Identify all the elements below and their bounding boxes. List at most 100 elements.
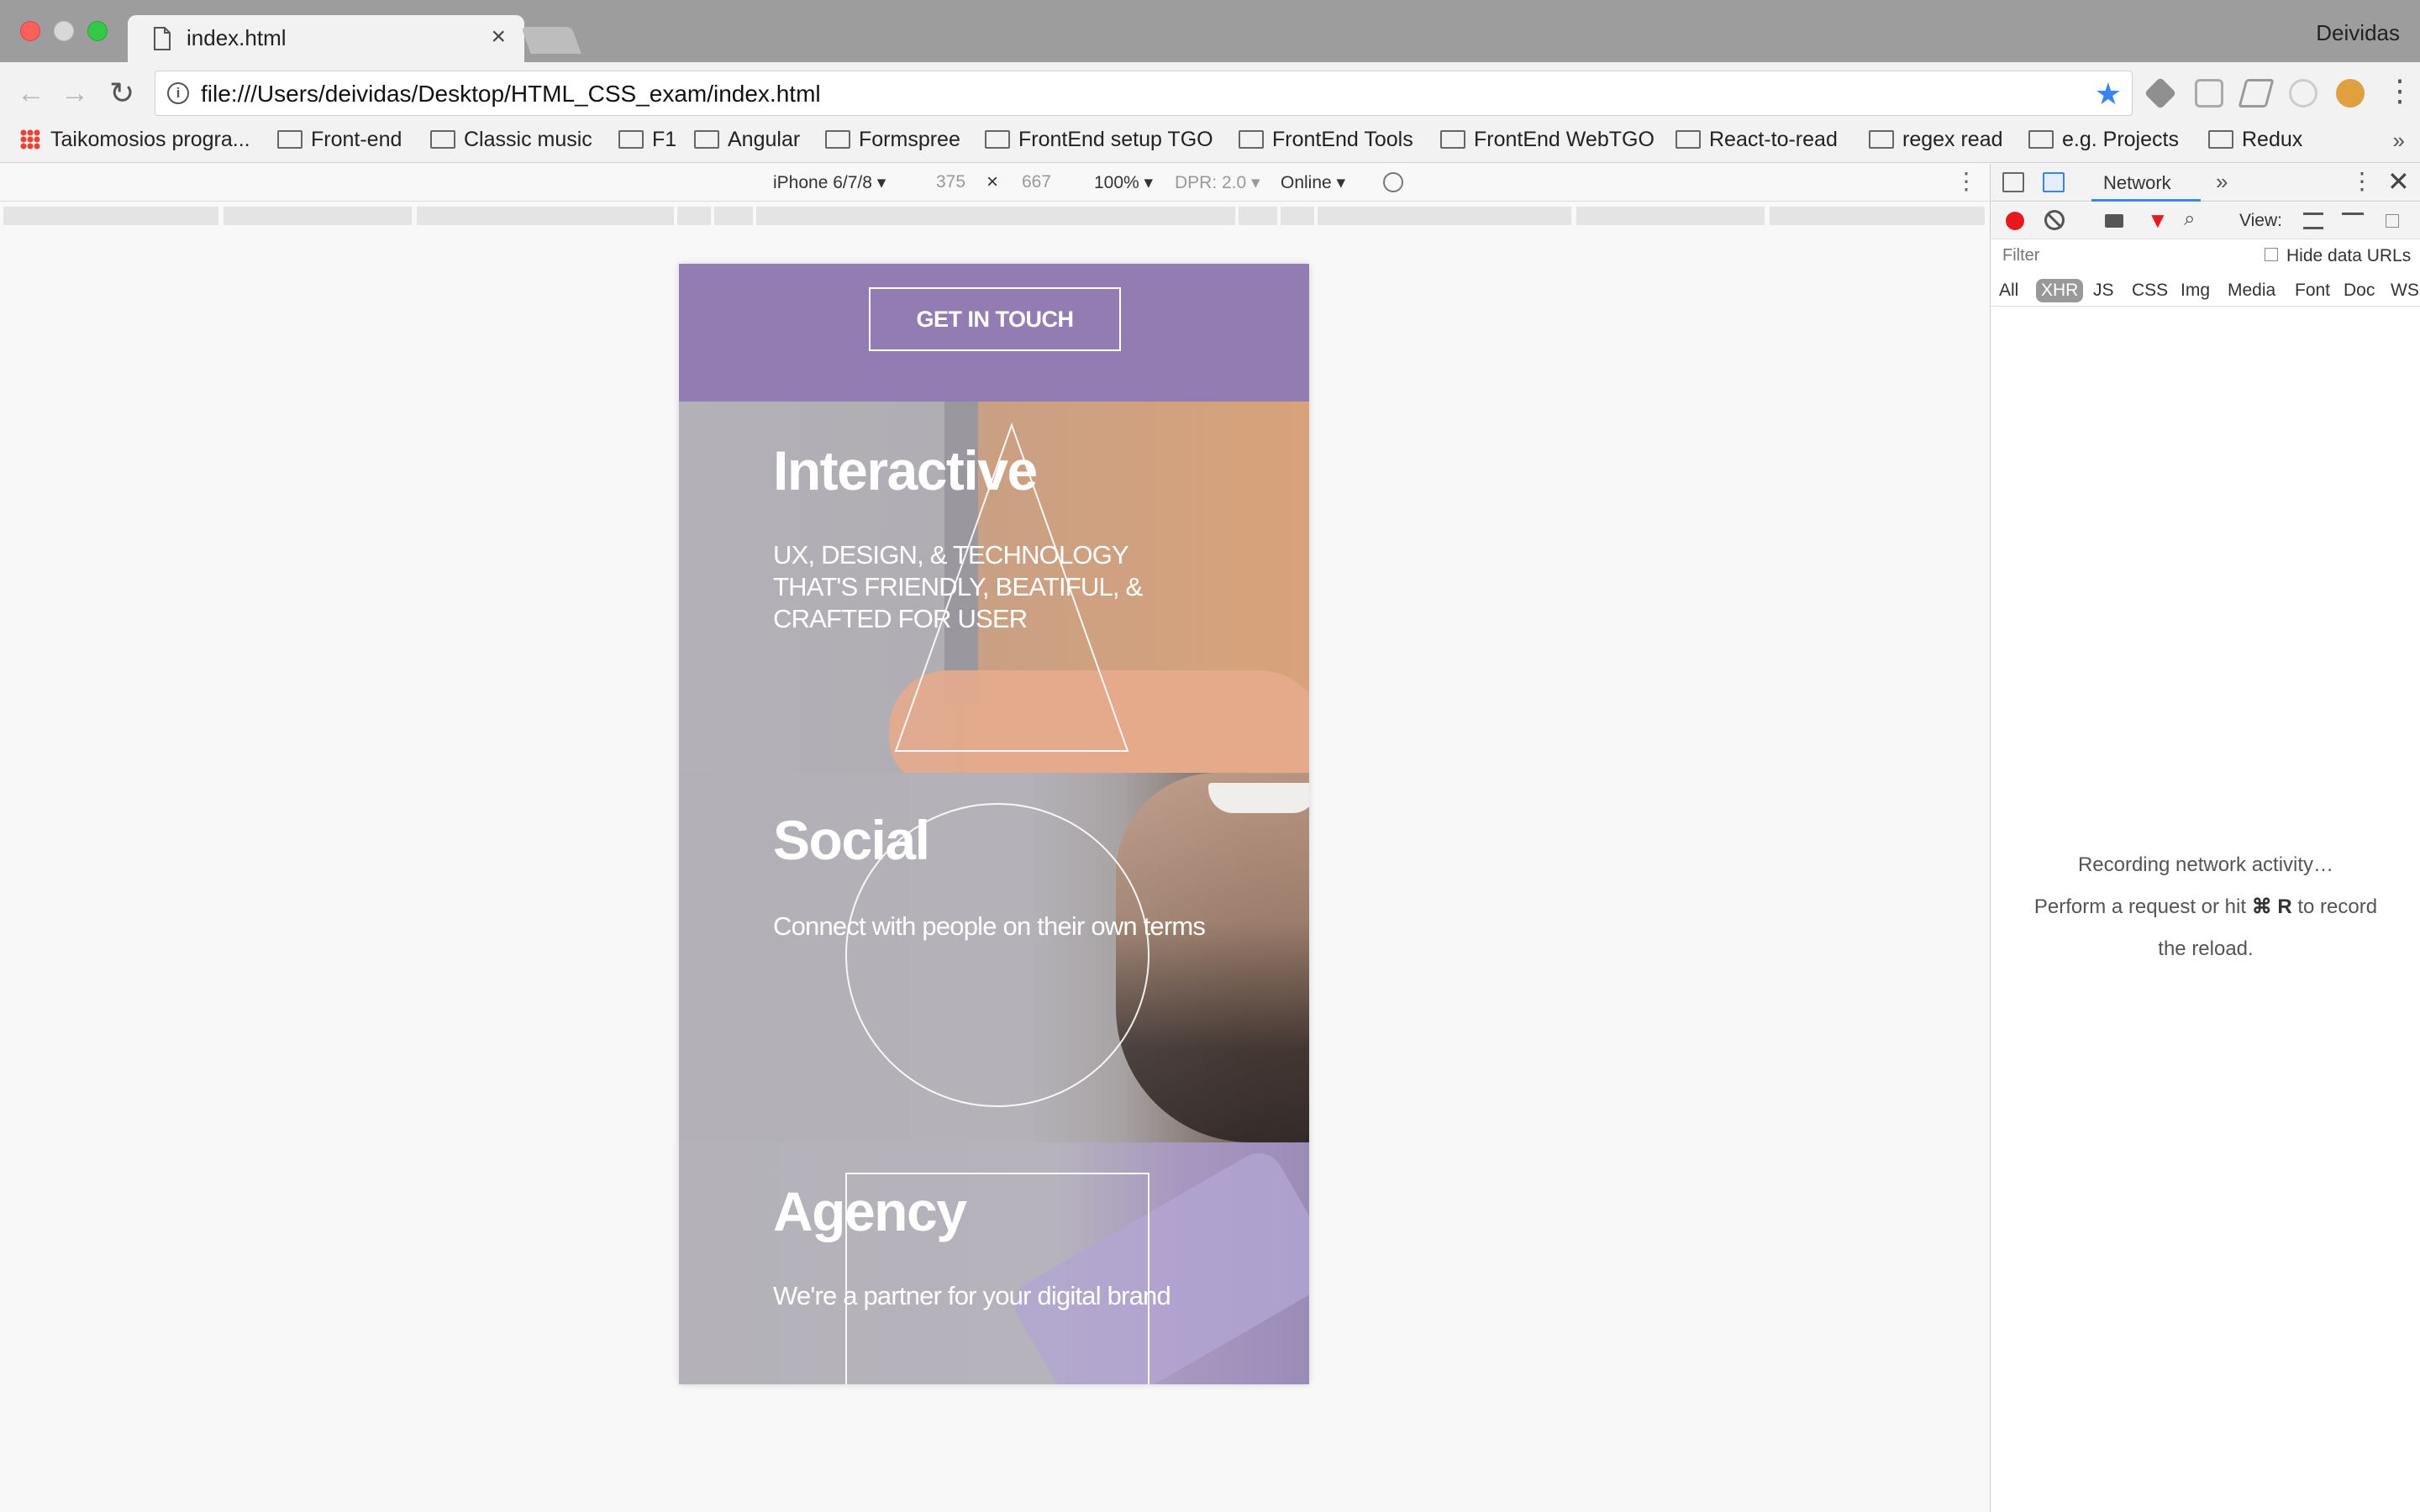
resource-type-filters: All XHR JS CSS Img Media Font Doc WS: [1991, 273, 2420, 307]
filter-icon[interactable]: ▼: [2147, 207, 2169, 234]
bookmark-folder[interactable]: regex read: [1869, 128, 2003, 152]
type-filter-img[interactable]: Img: [2175, 279, 2215, 302]
bookmark-folder[interactable]: FrontEnd setup TGO: [985, 128, 1213, 152]
browser-menu-icon[interactable]: ⋮: [2385, 74, 2415, 108]
tab-title: index.html: [187, 25, 287, 50]
bookmark-folder[interactable]: FrontEnd Tools: [1239, 128, 1413, 152]
profile-name[interactable]: Deividas: [2316, 20, 2400, 46]
more-tabs-icon[interactable]: »: [2216, 169, 2228, 195]
media-query-segment[interactable]: [1281, 207, 1314, 225]
dimension-times: ×: [986, 171, 999, 193]
view-label: View:: [2239, 211, 2282, 230]
bookmark-folder[interactable]: Front-end: [277, 128, 402, 152]
filter-row: Hide data URLs: [1991, 239, 2420, 273]
hide-data-urls-checkbox[interactable]: [2265, 248, 2278, 261]
screenshot-camera-icon[interactable]: [2105, 214, 2123, 228]
device-height-input[interactable]: 667: [1022, 172, 1051, 192]
extension-circle-icon[interactable]: [2289, 79, 2317, 108]
media-query-segment[interactable]: [1770, 207, 1985, 225]
tab-network[interactable]: Network: [2103, 172, 2171, 194]
window-maximize-button[interactable]: [87, 21, 108, 41]
get-in-touch-button[interactable]: GET IN TOUCH: [869, 287, 1121, 351]
type-filter-doc[interactable]: Doc: [2338, 279, 2380, 302]
media-query-segment[interactable]: [1576, 207, 1765, 225]
extension-gear-icon[interactable]: [2195, 79, 2223, 108]
type-filter-css[interactable]: CSS: [2127, 279, 2173, 302]
bookmark-folder[interactable]: Angular: [694, 128, 800, 152]
bookmark-folder[interactable]: Classic music: [430, 128, 592, 152]
folder-icon: [1869, 130, 1894, 149]
bookmark-apps[interactable]: Taikomosios progra...: [20, 128, 250, 152]
type-filter-all[interactable]: All: [1994, 279, 2023, 302]
tab-close-icon[interactable]: ×: [491, 24, 506, 50]
folder-icon: [430, 130, 455, 149]
bookmark-folder[interactable]: Formspree: [825, 128, 960, 152]
bookmark-star-icon[interactable]: ★: [2095, 76, 2122, 112]
search-icon[interactable]: ⌕: [2184, 207, 2195, 231]
window-close-button[interactable]: [20, 21, 40, 41]
media-query-segment[interactable]: [3, 207, 218, 225]
type-filter-media[interactable]: Media: [2223, 279, 2281, 302]
bookmarks-overflow-icon[interactable]: »: [2393, 128, 2405, 154]
bookmark-folder[interactable]: e.g. Projects: [2028, 128, 2179, 152]
media-query-segment[interactable]: [417, 207, 674, 225]
extension-card-icon[interactable]: [2238, 79, 2275, 108]
folder-icon: [825, 130, 850, 149]
folder-icon: [985, 130, 1010, 149]
folder-icon: [1676, 130, 1701, 149]
section-subtitle: We're a partner for your digital brand: [773, 1281, 1171, 1310]
type-filter-ws[interactable]: WS: [2386, 279, 2420, 302]
media-query-segment[interactable]: [1318, 207, 1571, 225]
network-throttle-select[interactable]: Online ▾: [1281, 172, 1345, 193]
list-view-icon[interactable]: [2303, 213, 2323, 229]
devtools-close-icon[interactable]: ✕: [2387, 165, 2410, 197]
new-tab-button[interactable]: [521, 27, 581, 54]
info-icon[interactable]: i: [167, 82, 189, 104]
devtools-menu-icon[interactable]: ⋮: [2350, 167, 2374, 195]
type-filter-js[interactable]: JS: [2088, 279, 2119, 302]
empty-state-line: Recording network activity…: [2077, 853, 2334, 876]
bookmark-folder[interactable]: FrontEnd WebTGO: [1440, 128, 1655, 152]
bookmark-folder[interactable]: React-to-read: [1676, 128, 1838, 152]
clear-icon[interactable]: [2044, 210, 2065, 230]
media-query-segment[interactable]: [714, 207, 753, 225]
apps-grid-icon: [20, 129, 40, 150]
forward-arrow-icon[interactable]: →: [60, 77, 89, 109]
device-select[interactable]: iPhone 6/7/8 ▾: [773, 172, 886, 193]
devtools-panel: Network » ⋮ ✕ ▼ ⌕ View: Hide data URLs A…: [1990, 164, 2420, 1512]
device-toolbar: iPhone 6/7/8 ▾ 375 × 667 100% ▾ DPR: 2.0…: [0, 164, 1990, 202]
extension-layers-icon[interactable]: [2144, 76, 2177, 110]
bookmark-folder[interactable]: F1: [618, 128, 676, 152]
address-bar[interactable]: i file:///Users/deividas/Desktop/HTML_CS…: [155, 71, 2133, 116]
reload-icon[interactable]: ↻: [109, 77, 134, 109]
header-banner: GET IN TOUCH: [679, 264, 1309, 402]
back-arrow-icon[interactable]: ←: [17, 77, 45, 109]
device-width-input[interactable]: 375: [936, 172, 965, 192]
folder-icon: [277, 130, 302, 149]
browser-tab-active[interactable]: index.html ×: [128, 15, 524, 64]
url-text[interactable]: file:///Users/deividas/Desktop/HTML_CSS_…: [201, 81, 821, 108]
extension-cookie-icon[interactable]: [2336, 79, 2365, 108]
zoom-select[interactable]: 100% ▾: [1094, 172, 1153, 193]
group-by-frame-checkbox[interactable]: [2386, 214, 2399, 228]
page-icon: [154, 27, 171, 50]
bookmark-folder[interactable]: Redux: [2208, 128, 2302, 152]
folder-icon: [618, 130, 644, 149]
inspect-element-icon[interactable]: [2002, 172, 2024, 192]
type-filter-xhr[interactable]: XHR: [2036, 279, 2084, 302]
network-controls: ▼ ⌕ View:: [1991, 202, 2420, 239]
media-query-segment[interactable]: [224, 207, 412, 225]
waterfall-view-icon[interactable]: [2342, 213, 2364, 229]
window-minimize-button[interactable]: [54, 21, 74, 41]
media-query-segment[interactable]: [756, 207, 1235, 225]
filter-input[interactable]: [1994, 243, 2244, 268]
dpr-select[interactable]: DPR: 2.0 ▾: [1175, 172, 1260, 193]
media-query-segment[interactable]: [677, 207, 711, 225]
media-query-segment[interactable]: [1239, 207, 1277, 225]
device-toggle-icon[interactable]: [2043, 172, 2065, 192]
device-toolbar-more-icon[interactable]: ⋮: [1954, 167, 1978, 195]
record-icon[interactable]: [2006, 212, 2024, 230]
section-title: Interactive: [773, 439, 1038, 501]
type-filter-font[interactable]: Font: [2290, 279, 2335, 302]
rotate-icon[interactable]: [1383, 172, 1403, 192]
